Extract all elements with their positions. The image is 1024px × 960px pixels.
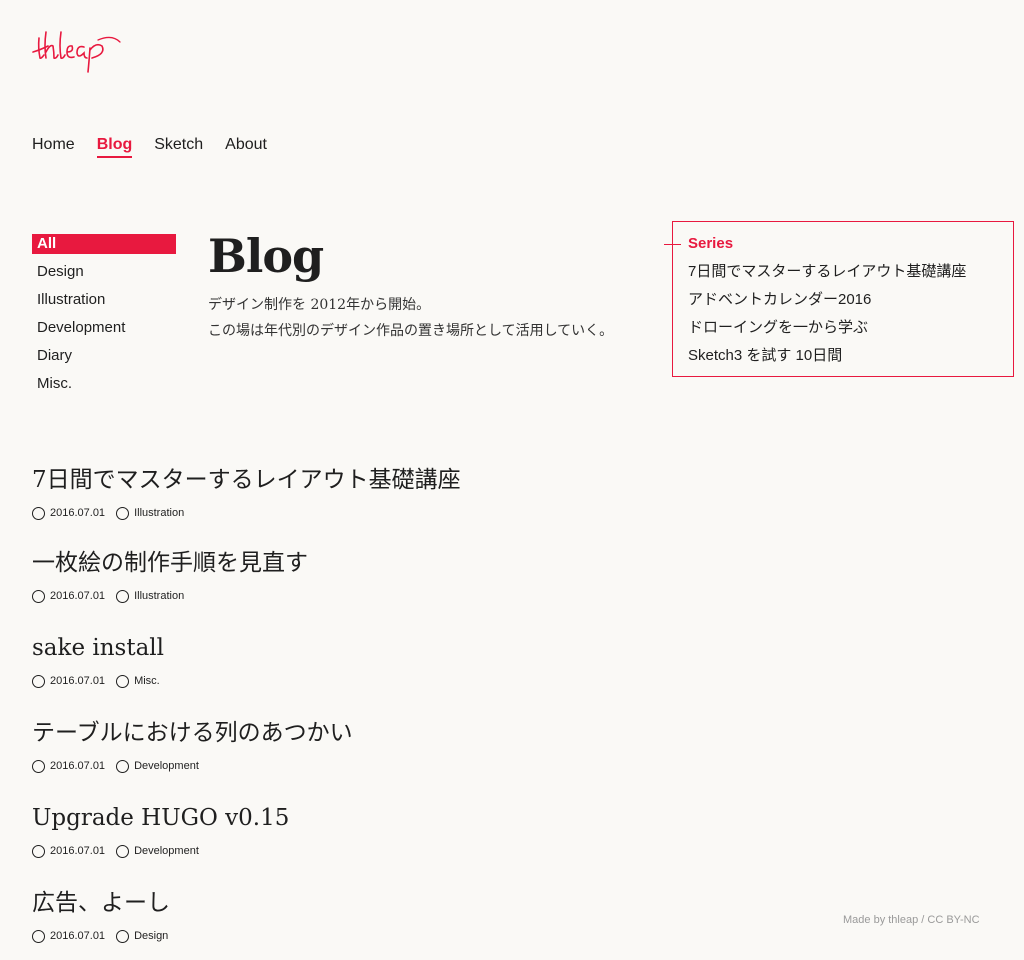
circle-icon [32, 506, 45, 520]
post-item: 広告、よーし 2016.07.01 Design [32, 885, 170, 945]
intro-line-1: デザイン制作を 2012年から開始。 [208, 297, 431, 313]
post-item: テーブルにおける列のあつかい 2016.07.01 Development [32, 715, 353, 775]
category-development[interactable]: Development [32, 318, 176, 338]
post-meta: 2016.07.01 Illustration [32, 504, 461, 522]
circle-icon [32, 844, 45, 858]
post-item: 7日間でマスターするレイアウト基礎講座 2016.07.01 Illustrat… [32, 462, 461, 522]
post-meta: 2016.07.01 Design [32, 927, 170, 945]
post-item: 一枚絵の制作手順を見直す 2016.07.01 Illustration [32, 545, 308, 605]
footer-credit: Made by thleap / CC BY-NC [843, 914, 980, 926]
category-illustration[interactable]: Illustration [32, 290, 176, 310]
post-title[interactable]: 広告、よーし [32, 885, 170, 921]
post-category[interactable]: Illustration [134, 590, 184, 602]
intro-text: デザイン制作を 2012年から開始。 この場は年代別のデザイン作品の置き場所とし… [208, 292, 628, 344]
intro-line-2: この場は年代別のデザイン作品の置き場所として活用していく。 [208, 323, 614, 339]
post-category[interactable]: Illustration [134, 507, 184, 519]
blog-intro: Blog デザイン制作を 2012年から開始。 この場は年代別のデザイン作品の置… [208, 226, 628, 344]
circle-icon [32, 929, 45, 943]
page-title: Blog [208, 229, 324, 283]
circle-icon [116, 759, 130, 773]
series-title: Series [688, 235, 734, 252]
post-date: 2016.07.01 [50, 760, 106, 772]
post-date: 2016.07.01 [50, 590, 106, 602]
circle-icon [116, 929, 130, 943]
post-title[interactable]: Upgrade HUGO v0.15 [32, 800, 289, 836]
category-design[interactable]: Design [32, 262, 176, 282]
post-item: Upgrade HUGO v0.15 2016.07.01 Developmen… [32, 800, 289, 860]
post-category[interactable]: Misc. [134, 675, 160, 687]
category-misc[interactable]: Misc. [32, 374, 176, 394]
series-marker [664, 244, 681, 245]
post-date: 2016.07.01 [50, 507, 106, 519]
circle-icon [32, 589, 45, 603]
post-item: sake install 2016.07.01 Misc. [32, 630, 164, 690]
post-title[interactable]: 一枚絵の制作手順を見直す [32, 545, 308, 581]
post-meta: 2016.07.01 Illustration [32, 587, 308, 605]
post-meta: 2016.07.01 Development [32, 842, 289, 860]
main-nav: Home Blog Sketch About [32, 134, 289, 158]
logo-mark [32, 31, 121, 73]
post-title[interactable]: sake install [32, 630, 164, 666]
post-meta: 2016.07.01 Misc. [32, 672, 164, 690]
series-item[interactable]: アドベントカレンダー2016 [688, 290, 966, 310]
circle-icon [116, 844, 130, 858]
post-category[interactable]: Development [134, 760, 199, 772]
logo[interactable] [30, 28, 126, 76]
post-date: 2016.07.01 [50, 845, 106, 857]
series-item[interactable]: ドローイングを一から学ぶ [688, 318, 966, 338]
post-title[interactable]: テーブルにおける列のあつかい [32, 715, 353, 751]
post-meta: 2016.07.01 Development [32, 757, 353, 775]
circle-icon [116, 589, 130, 603]
category-diary[interactable]: Diary [32, 346, 176, 366]
circle-icon [32, 674, 45, 688]
series-box: Series 7日間でマスターするレイアウト基礎講座 アドベントカレンダー201… [664, 221, 1014, 377]
nav-about[interactable]: About [225, 134, 267, 158]
post-date: 2016.07.01 [50, 675, 106, 687]
circle-icon [32, 759, 45, 773]
circle-icon [116, 506, 130, 520]
post-category[interactable]: Development [134, 845, 199, 857]
series-item[interactable]: 7日間でマスターするレイアウト基礎講座 [688, 262, 966, 282]
series-list: 7日間でマスターするレイアウト基礎講座 アドベントカレンダー2016 ドローイン… [688, 262, 966, 374]
post-title[interactable]: 7日間でマスターするレイアウト基礎講座 [32, 462, 461, 498]
nav-blog[interactable]: Blog [96, 134, 133, 158]
category-all[interactable]: All [32, 234, 176, 254]
nav-sketch[interactable]: Sketch [154, 134, 203, 158]
nav-home[interactable]: Home [32, 134, 75, 158]
category-list: All Design Illustration Development Diar… [32, 234, 176, 402]
post-date: 2016.07.01 [50, 930, 106, 942]
post-category[interactable]: Design [134, 930, 168, 942]
circle-icon [116, 674, 130, 688]
series-item[interactable]: Sketch3 を試す 10日間 [688, 346, 966, 366]
